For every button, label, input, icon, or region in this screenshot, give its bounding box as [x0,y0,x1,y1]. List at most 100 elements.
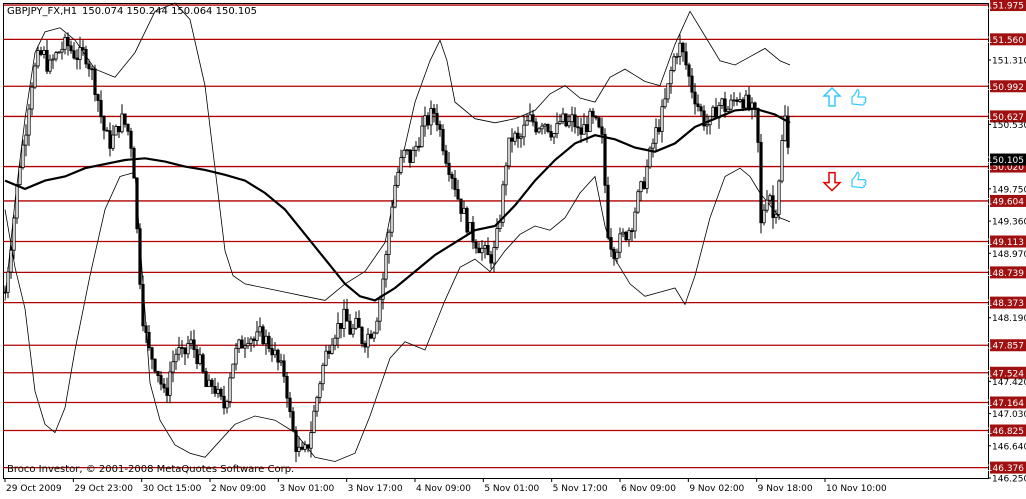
candle-body [402,149,406,159]
candle-body [738,99,742,102]
candle-body [87,63,91,70]
candle-body [459,198,463,214]
chart-container: 151.975 151.560 150.992 150.627 150.020 149.6… [0,0,1026,495]
candle-body [153,358,157,372]
level-label: 149.113 [987,238,1024,248]
candle-body [522,124,526,138]
candle-body [384,254,388,280]
candle-body [219,388,223,397]
candle-body [573,114,577,128]
candle-body [675,55,679,58]
candle-body [633,211,637,232]
candle-body [669,69,673,85]
candle-body [165,387,169,396]
candle-body [450,174,454,179]
candle-body [282,360,286,377]
candle-body [393,185,397,208]
candle-body [750,102,754,109]
candle-body [330,344,334,354]
time-tick-label: 9 Nov 02:00 [689,484,744,494]
level-label: 147.857 [987,342,1024,352]
time-tick-label: 10 Nov 10:00 [826,484,887,494]
candle-body [723,98,727,112]
candle-body [291,411,295,431]
candle-body [684,51,688,66]
candle-body [243,345,247,349]
candle-body [780,140,784,182]
candle-body [336,323,340,339]
candle-body [363,343,367,348]
chart-title: GBPJPY_FX,H1 [7,6,77,17]
time-tick-label: 2 Nov 09:00 [211,484,266,494]
candle-body [729,99,733,110]
candle-body [84,49,88,65]
candle-body [198,354,202,365]
candle-body [54,52,58,60]
candle-body [666,83,670,100]
candle-body [495,228,499,248]
candle-body [597,117,601,128]
level-label: 151.975 [987,2,1024,12]
candle-body [567,121,571,127]
candle-body [66,37,70,47]
candle-body [354,317,358,329]
candle-body [693,91,697,105]
candle-body [327,350,331,354]
candle-body [477,247,481,254]
candle-body [492,247,496,264]
candle-body [288,397,292,413]
candle-body [81,47,85,50]
candle-body [279,360,283,363]
candle-body [144,325,148,333]
candle-body [156,370,160,376]
candle-body [564,113,568,127]
candle-body [411,149,415,163]
candle-body [438,124,442,130]
candle-body [36,50,40,67]
candle-body [147,331,151,349]
candle-body [51,58,55,61]
candle-body [621,231,625,235]
candle-body [45,49,49,72]
price-tick-label: 149.360 [992,218,1026,228]
candle-body [228,377,232,402]
level-label: 149.604 [987,197,1024,207]
candle-body [618,233,622,253]
candle-body [270,348,274,356]
candle-body [69,45,73,52]
candle-body [225,401,229,409]
candle-body [657,127,661,132]
candle-body [444,150,448,164]
candle-body [735,99,739,102]
candle-body [375,320,379,334]
candle-body [390,206,394,233]
price-tick-label: 146.640 [992,442,1026,452]
candle-body [27,108,31,136]
candle-body [120,113,124,133]
time-tick-label: 5 Nov 17:00 [553,484,608,494]
candle-body [201,354,205,372]
price-tick-label: 148.970 [992,250,1026,260]
candle-body [192,339,196,350]
candle-body [681,42,685,53]
candle-body [636,191,640,213]
candle-body [222,395,226,409]
candle-body [234,347,238,365]
candle-body [318,383,322,398]
candle-body [432,108,436,114]
candle-body [150,347,154,360]
candle-body [759,141,763,224]
candle-body [507,137,511,167]
candle-body [48,59,52,72]
candle-body [570,114,574,123]
price-tick-label: 148.190 [992,314,1026,324]
candle-body [639,181,643,193]
candle-body [408,149,412,163]
candle-body [135,177,139,230]
time-tick-label: 29 Oct 2009 [6,484,62,494]
level-label: 146.825 [987,427,1024,437]
time-tick-label: 5 Nov 01:00 [484,484,539,494]
candle-body [63,37,67,50]
candle-body [168,371,172,396]
candle-body [696,103,700,108]
